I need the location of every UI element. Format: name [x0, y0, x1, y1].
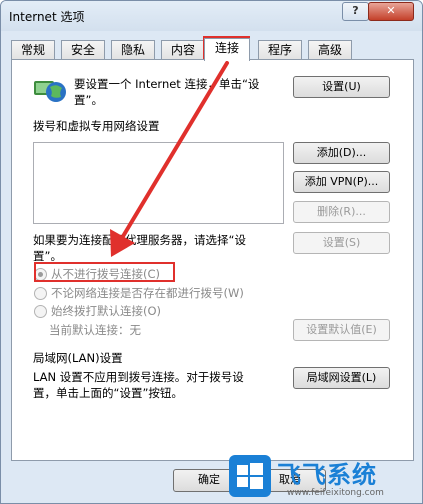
setup-text-line1: 要设置一个 Internet 连接，单击“设 [74, 77, 260, 91]
connections-panel: 要设置一个 Internet 连接，单击“设 置”。 设置(U) 拨号和虚拟专用… [11, 59, 414, 461]
lan-text-line2: 置，单击上面的“设置”按钮。 [33, 386, 183, 400]
radio-dial-whenever-label: 不论网络连接是否存在都进行拨号(W) [51, 286, 244, 300]
current-default-text: 当前默认连接：无 [49, 323, 141, 337]
proxy-text-line1: 如果要为连接配置代理服务器，请选择“设 [33, 233, 246, 247]
tab-programs[interactable]: 程序 [258, 40, 302, 60]
tab-privacy[interactable]: 隐私 [111, 40, 155, 60]
radio-dial-whenever[interactable]: 不论网络连接是否存在都进行拨号(W) [34, 285, 244, 301]
radio-always-dial-label: 始终拨打默认连接(O) [51, 304, 162, 318]
site-watermark: 飞飞系统 www.feifeixitong.com [229, 453, 422, 503]
set-default-button[interactable]: 设置默认值(E) [293, 319, 390, 341]
add-button[interactable]: 添加(D)... [293, 142, 390, 164]
add-vpn-button[interactable]: 添加 VPN(P)... [293, 171, 390, 193]
title-bar[interactable]: Internet 选项 ? ✕ [1, 1, 422, 31]
setup-text-line2: 置”。 [74, 93, 103, 107]
watermark-title: 飞飞系统 [277, 461, 377, 489]
dialup-group-label: 拨号和虚拟专用网络设置 [33, 119, 160, 133]
setup-button[interactable]: 设置(U) [293, 76, 390, 98]
tab-security[interactable]: 安全 [61, 40, 105, 60]
radio-always-dial-indicator[interactable] [34, 304, 47, 318]
connections-list[interactable] [33, 142, 284, 224]
proxy-settings-button[interactable]: 设置(S) [293, 232, 390, 254]
tab-connections[interactable]: 连接 [204, 38, 250, 61]
windows-logo-icon [229, 455, 271, 497]
window-title: Internet 选项 [9, 10, 85, 24]
tab-advanced[interactable]: 高级 [308, 40, 352, 60]
help-button[interactable]: ? [342, 2, 369, 21]
tab-content[interactable]: 内容 [161, 40, 205, 60]
close-button[interactable]: ✕ [368, 2, 414, 21]
lan-group-label: 局域网(LAN)设置 [33, 351, 123, 365]
internet-options-window: Internet 选项 ? ✕ 常规 安全 隐私 内容 连接 程序 高级 要设置… [0, 0, 423, 504]
radio-highlight-box [34, 262, 175, 282]
lan-settings-button[interactable]: 局域网设置(L) [293, 367, 390, 389]
radio-dial-whenever-indicator[interactable] [34, 286, 47, 300]
watermark-url: www.feifeixitong.com [287, 488, 384, 498]
tab-strip: 常规 安全 隐私 内容 连接 程序 高级 [11, 38, 411, 61]
radio-always-dial[interactable]: 始终拨打默认连接(O) [34, 303, 161, 319]
tab-general[interactable]: 常规 [11, 40, 55, 60]
network-globe-icon [34, 81, 66, 102]
remove-button[interactable]: 删除(R)... [293, 201, 390, 223]
lan-text-line1: LAN 设置不应用到拨号连接。对于拨号设 [33, 370, 244, 384]
